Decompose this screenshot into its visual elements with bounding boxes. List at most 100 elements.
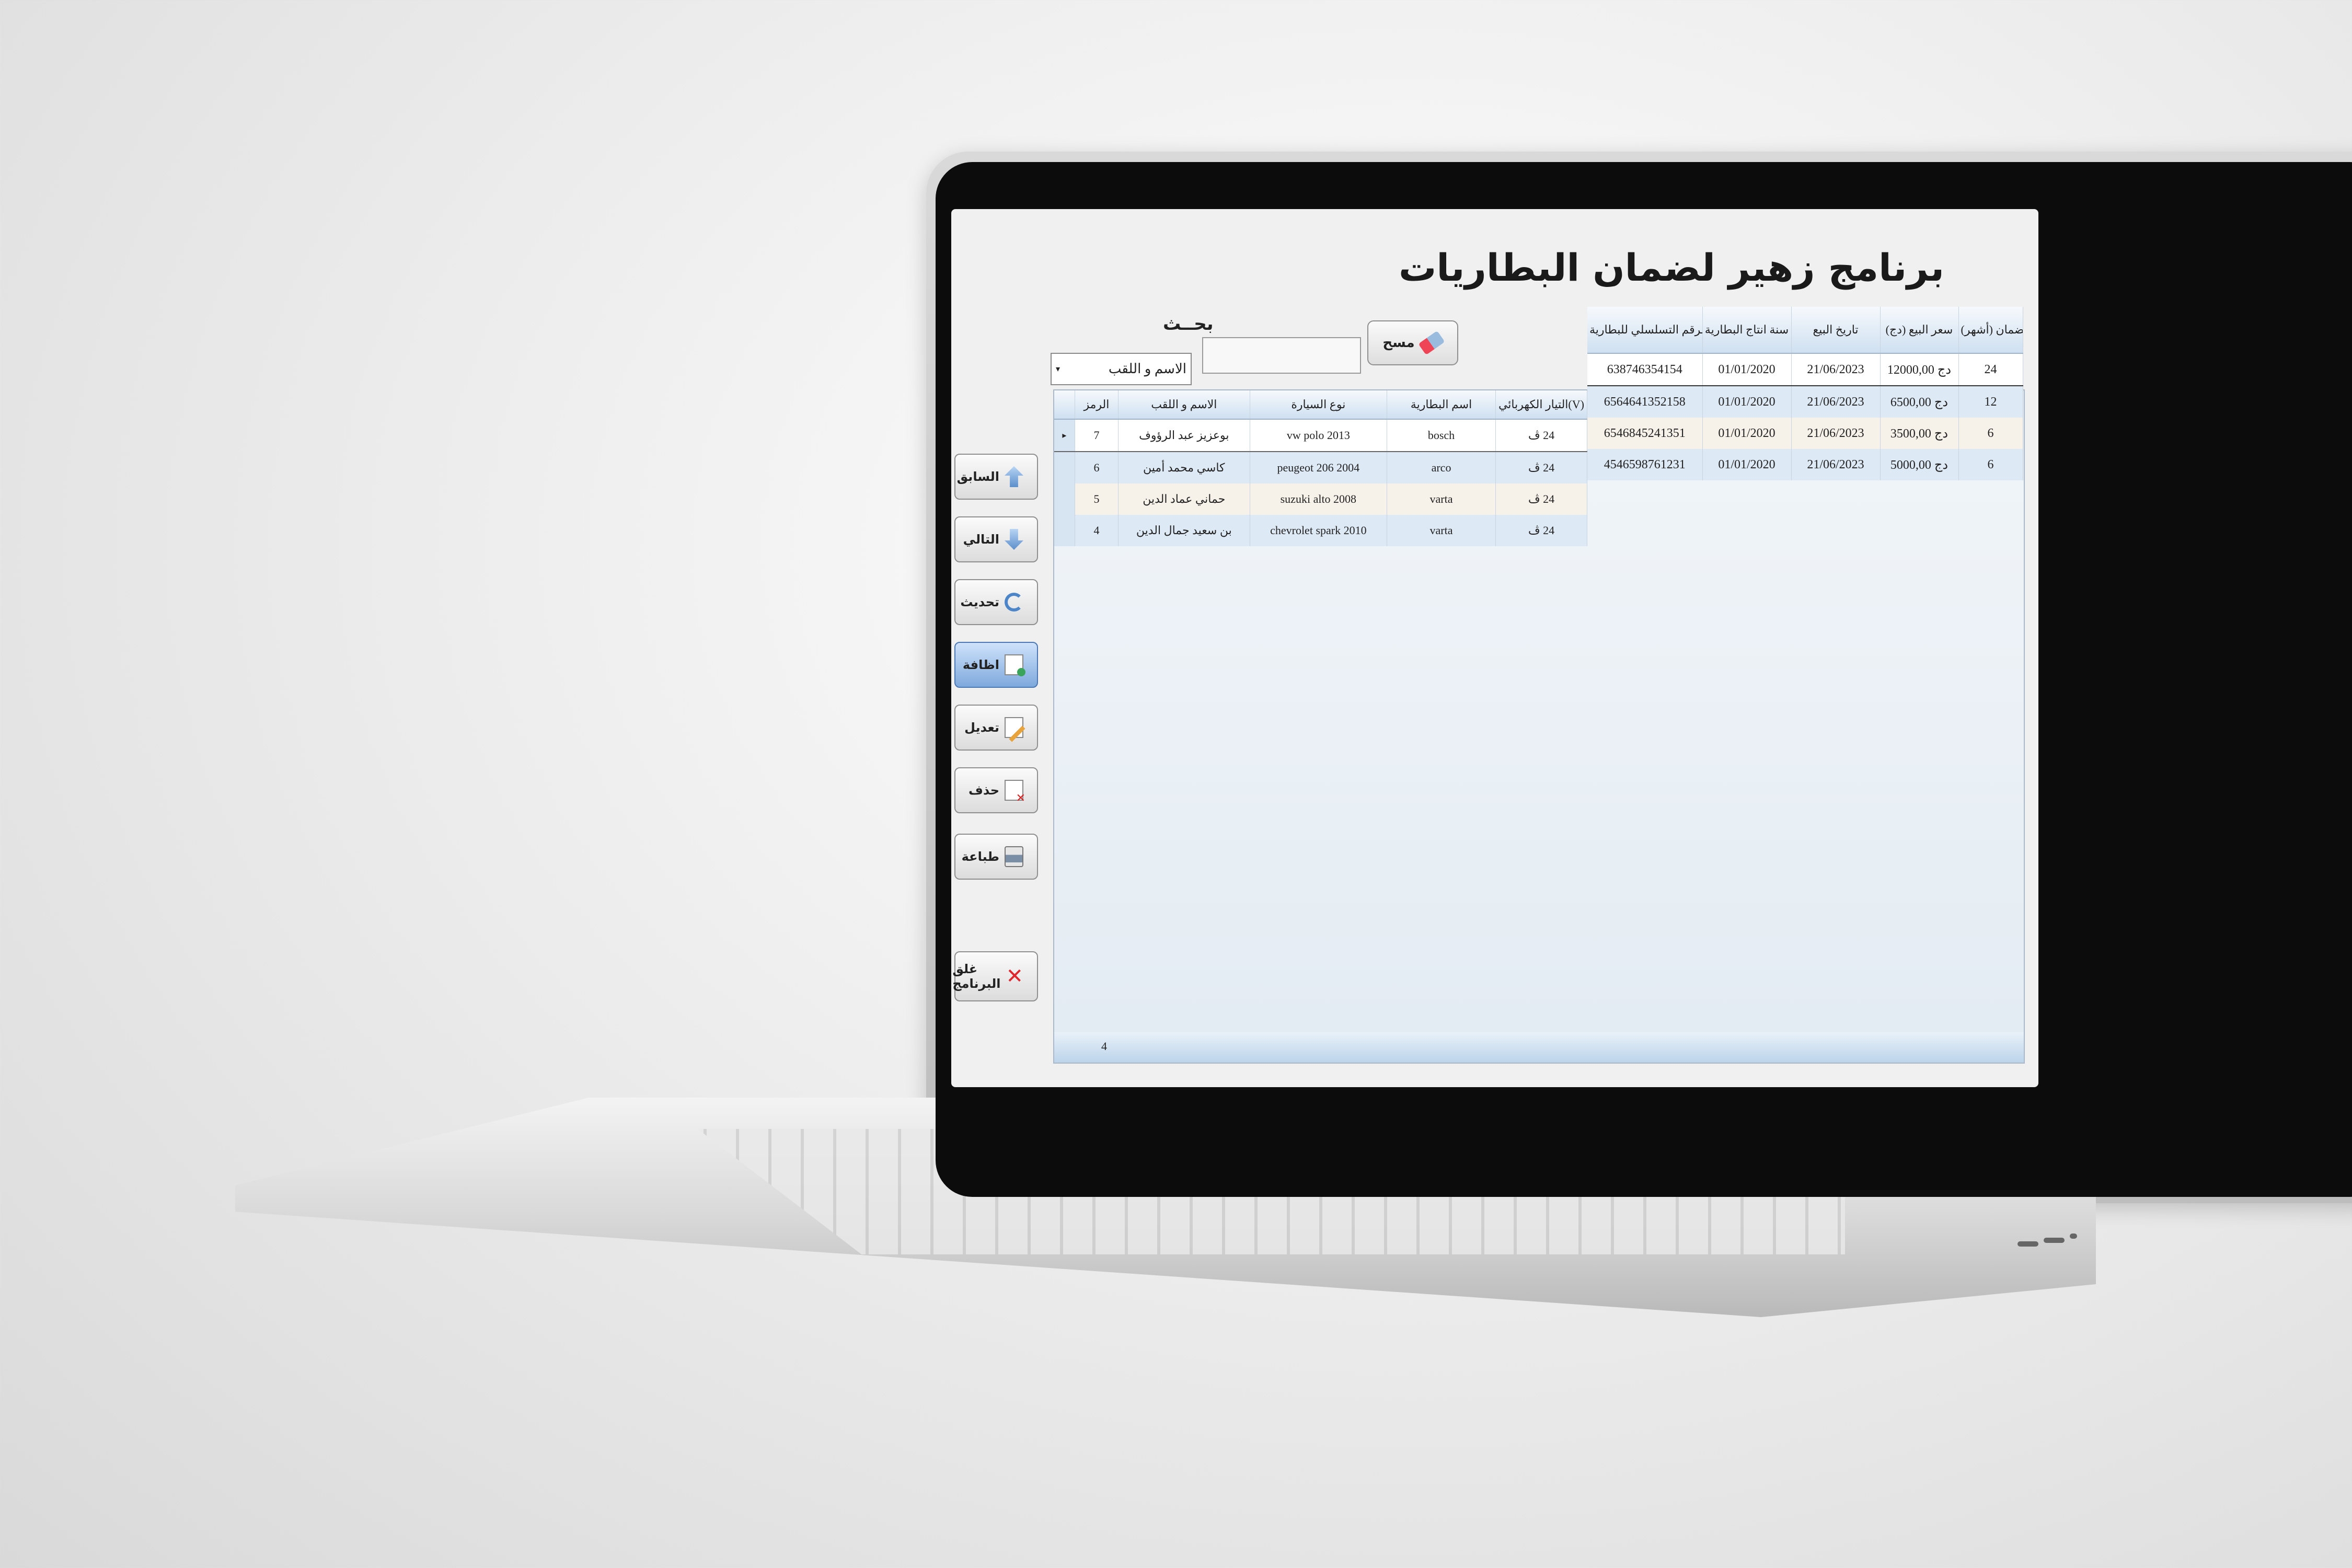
row-indicator [1054, 452, 1075, 483]
arrow-up-icon [1005, 466, 1023, 487]
selected-row-indicator-icon: ▸ [1054, 419, 1075, 452]
cell-car[interactable]: chevrolet spark 2010 [1250, 515, 1388, 546]
cell-name[interactable]: كاسي محمد أمين [1118, 452, 1250, 483]
column-header[interactable]: سنة انتاج البطارية [1702, 307, 1792, 354]
table-row[interactable]: 6546845241351 01/01/2020 21/06/2023 دج 3… [1587, 418, 2023, 449]
refresh-button-label: تحديث [960, 595, 999, 609]
edit-document-icon [1005, 717, 1023, 738]
cell-price[interactable]: دج 6500,00 [1880, 386, 1959, 418]
clear-button[interactable]: مسح [1367, 320, 1458, 365]
edit-button[interactable]: تعديل [954, 705, 1038, 751]
delete-button[interactable]: حذف [954, 767, 1038, 813]
cell-battery[interactable]: varta [1387, 483, 1496, 515]
arrow-down-icon [1005, 529, 1023, 550]
cell-voltage[interactable]: 24 ڤ [1495, 483, 1588, 515]
cell-warranty[interactable]: 12 [1958, 386, 2023, 418]
table-row[interactable]: 6564641352158 01/01/2020 21/06/2023 دج 6… [1587, 386, 2023, 418]
column-header[interactable]: الاسم و اللقب [1118, 390, 1250, 420]
table-row[interactable]: 638746354154 01/01/2020 21/06/2023 دج 12… [1587, 353, 2023, 386]
cell-serial[interactable]: 4546598761231 [1587, 449, 1703, 480]
cell-voltage[interactable]: 24 ڤ [1495, 452, 1588, 483]
cell-voltage[interactable]: 24 ڤ [1495, 515, 1588, 546]
delete-document-icon [1005, 780, 1025, 805]
row-count: 4 [1101, 1040, 1107, 1053]
cell-voltage[interactable]: 24 ڤ [1495, 419, 1588, 452]
column-header[interactable]: تاريخ البيع [1791, 307, 1881, 354]
edit-button-label: تعديل [964, 720, 999, 735]
cell-serial[interactable]: 638746354154 [1587, 353, 1703, 386]
cell-serial[interactable]: 6564641352158 [1587, 386, 1703, 418]
cell-car[interactable]: suzuki alto 2008 [1250, 483, 1388, 515]
cell-battery[interactable]: arco [1387, 452, 1496, 483]
column-header[interactable]: التيار الكهربائي(V) [1495, 390, 1588, 420]
next-button[interactable]: التالي [954, 516, 1038, 562]
chevron-down-icon[interactable]: ▾ [1056, 364, 1060, 374]
grid-right-columns: الرقم التسلسلي للبطارية سنة انتاج البطار… [1587, 307, 2023, 480]
cell-name[interactable]: بوعزيز عبد الرؤوف [1118, 419, 1250, 452]
search-field-select[interactable]: ▾ الاسم و اللقب [1051, 353, 1192, 385]
table-row[interactable]: 4546598761231 01/01/2020 21/06/2023 دج 5… [1587, 449, 2023, 480]
cell-name[interactable]: بن سعيد جمال الدين [1118, 515, 1250, 546]
cell-sale-date[interactable]: 21/06/2023 [1791, 418, 1881, 449]
cell-serial[interactable]: 6546845241351 [1587, 418, 1703, 449]
close-program-button[interactable]: غلق البرنامج ✕ [952, 951, 1038, 1001]
grid-header-row: الرقم التسلسلي للبطارية سنة انتاج البطار… [1587, 307, 2023, 354]
cell-price[interactable]: دج 5000,00 [1880, 449, 1959, 480]
column-header[interactable]: الرمز [1075, 390, 1119, 420]
grid-header-row: الرمز الاسم و اللقب نوع السيارة اسم البط… [1054, 390, 1588, 420]
column-header[interactable]: سعر البيع (دج) [1880, 307, 1959, 354]
cell-production-year[interactable]: 01/01/2020 [1702, 418, 1792, 449]
table-row[interactable]: 4 بن سعيد جمال الدين chevrolet spark 201… [1054, 515, 1588, 546]
cell-battery[interactable]: varta [1387, 515, 1496, 546]
print-button-label: طباعة [961, 849, 999, 864]
column-header[interactable]: مدة الضمان (أشهر) [1958, 307, 2023, 354]
column-header[interactable]: الرقم التسلسلي للبطارية [1587, 307, 1703, 354]
cell-sale-date[interactable]: 21/06/2023 [1791, 449, 1881, 480]
next-button-label: التالي [963, 532, 999, 547]
search-label: بحــث [1163, 314, 1214, 335]
cell-production-year[interactable]: 01/01/2020 [1702, 449, 1792, 480]
table-row[interactable]: 5 حماني عماد الدين suzuki alto 2008 vart… [1054, 483, 1588, 515]
cell-code[interactable]: 7 [1075, 419, 1119, 452]
cell-production-year[interactable]: 01/01/2020 [1702, 386, 1792, 418]
search-input[interactable] [1202, 337, 1361, 374]
cell-warranty[interactable]: 6 [1958, 449, 2023, 480]
row-indicator-header [1054, 390, 1075, 420]
add-button-label: اظافة [962, 658, 999, 672]
cell-car[interactable]: vw polo 2013 [1250, 419, 1388, 452]
previous-button-label: السابق [956, 469, 999, 484]
column-header[interactable]: نوع السيارة [1250, 390, 1388, 420]
table-row[interactable]: 6 كاسي محمد أمين peugeot 206 2004 arco 2… [1054, 452, 1588, 483]
table-row[interactable]: ▸ 7 بوعزيز عبد الرؤوف vw polo 2013 bosch… [1054, 419, 1588, 452]
row-indicator [1054, 515, 1075, 546]
close-icon: ✕ [1006, 964, 1023, 988]
column-header[interactable]: اسم البطارية [1387, 390, 1496, 420]
clear-button-label: مسح [1382, 335, 1415, 351]
add-document-icon [1005, 654, 1025, 676]
print-button[interactable]: طباعة [954, 834, 1038, 880]
cell-code[interactable]: 6 [1075, 452, 1119, 483]
data-grid: الرمز الاسم و اللقب نوع السيارة اسم البط… [1053, 307, 2025, 1034]
refresh-button[interactable]: تحديث [954, 579, 1038, 625]
grid-status-bar: 4 [1053, 1032, 2025, 1064]
cell-code[interactable]: 4 [1075, 515, 1119, 546]
cell-battery[interactable]: bosch [1387, 419, 1496, 452]
cell-price[interactable]: دج 3500,00 [1880, 418, 1959, 449]
search-field-value: الاسم و اللقب [1108, 361, 1186, 376]
grid-left-columns: الرمز الاسم و اللقب نوع السيارة اسم البط… [1054, 390, 1588, 546]
cell-name[interactable]: حماني عماد الدين [1118, 483, 1250, 515]
cell-price[interactable]: دج 12000,00 [1880, 353, 1959, 386]
cell-warranty[interactable]: 6 [1958, 418, 2023, 449]
cell-production-year[interactable]: 01/01/2020 [1702, 353, 1792, 386]
page-title: برنامج زهير لضمان البطاريات [1399, 246, 1944, 290]
cell-car[interactable]: peugeot 206 2004 [1250, 452, 1388, 483]
previous-button[interactable]: السابق [954, 454, 1038, 500]
cell-code[interactable]: 5 [1075, 483, 1119, 515]
cell-warranty[interactable]: 24 [1958, 353, 2023, 386]
cell-sale-date[interactable]: 21/06/2023 [1791, 386, 1881, 418]
printer-icon [1005, 846, 1023, 867]
add-button[interactable]: اظافة [954, 642, 1038, 688]
cell-sale-date[interactable]: 21/06/2023 [1791, 353, 1881, 386]
row-indicator [1054, 483, 1075, 515]
eraser-icon [1418, 330, 1445, 355]
